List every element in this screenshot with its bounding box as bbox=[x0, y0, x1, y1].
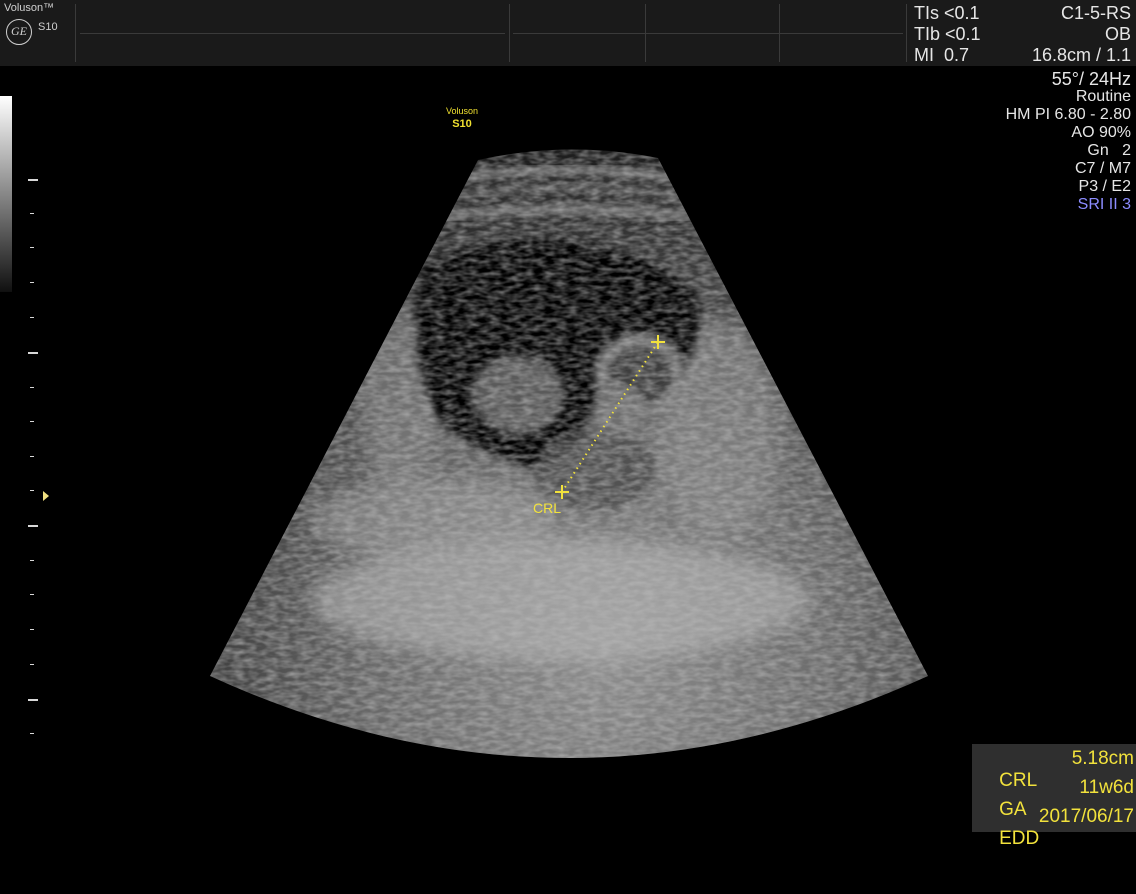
probe-name: C1-5-RS bbox=[1060, 3, 1131, 23]
param-acoustic-output: AO 90% bbox=[1071, 124, 1131, 141]
param-contrast: C7 / M7 bbox=[1074, 160, 1131, 177]
brand-model: S10 bbox=[38, 21, 58, 33]
measurement-results[interactable]: CRL 5.18cm GA 11w6d EDD 2017/06/17 bbox=[972, 744, 1136, 849]
exam-preset: OB bbox=[1104, 24, 1131, 44]
image-watermark: Voluson S10 bbox=[432, 105, 492, 131]
param-angle-framerate: 55°/ 24Hz bbox=[1051, 69, 1131, 89]
measurement-value: 11w6d bbox=[1079, 777, 1134, 798]
thermal-index-bone: TIb <0.1 bbox=[914, 24, 981, 44]
measurement-row: EDD 2017/06/17 bbox=[978, 806, 1134, 894]
measurement-value: 5.18cm bbox=[1071, 748, 1134, 769]
measurement-value: 2017/06/17 bbox=[1038, 806, 1134, 827]
param-sri: SRI II 3 bbox=[1077, 196, 1131, 213]
depth-readout: 16.8cm / 1.1 bbox=[1031, 45, 1131, 65]
param-persistence: P3 / E2 bbox=[1078, 178, 1131, 195]
thermal-index-soft: TIs <0.1 bbox=[914, 3, 980, 23]
ge-logo: GE bbox=[6, 19, 32, 45]
mechanical-index: MI 0.7 bbox=[914, 45, 970, 65]
grayscale-bar bbox=[0, 96, 12, 292]
brand-name: Voluson™ bbox=[4, 2, 55, 14]
measurement-label: EDD bbox=[999, 828, 1040, 849]
focus-marker-icon[interactable] bbox=[43, 491, 49, 501]
watermark-line1: Voluson bbox=[445, 106, 479, 116]
param-preset: Routine bbox=[1075, 88, 1131, 105]
header-bar: Voluson™ GE S10 TIs <0.1 TIb <0.1 MI 0.7… bbox=[0, 0, 1136, 66]
caliper-label: CRL bbox=[533, 500, 561, 516]
param-gain: Gn 2 bbox=[1087, 142, 1131, 159]
watermark-line2: S10 bbox=[452, 118, 472, 130]
param-harmonic: HM PI 6.80 - 2.80 bbox=[1005, 106, 1131, 123]
ultrasound-image[interactable]: CRL bbox=[0, 0, 1136, 852]
